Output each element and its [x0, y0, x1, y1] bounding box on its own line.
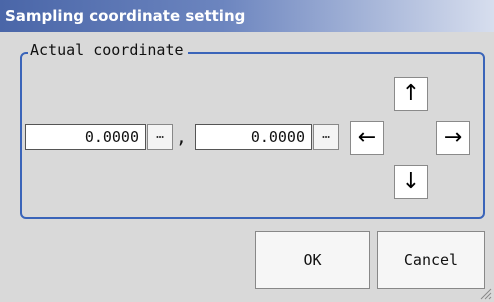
x-ellipsis-button[interactable]: … [147, 124, 173, 150]
coordinate-dialog: Sampling coordinate setting Actual coord… [0, 0, 494, 302]
arrow-down-icon: ↓ [401, 169, 421, 194]
group-label: Actual coordinate [28, 40, 188, 60]
x-coordinate-input[interactable]: 0.0000 [25, 124, 146, 150]
arrow-left-button[interactable]: ← [350, 121, 384, 155]
arrow-right-button[interactable]: → [436, 121, 470, 155]
cancel-button[interactable]: Cancel [377, 231, 485, 289]
arrow-up-icon: ↑ [401, 81, 421, 106]
coordinate-separator: , [176, 127, 187, 148]
arrow-down-button[interactable]: ↓ [394, 165, 428, 199]
y-coordinate-input[interactable]: 0.0000 [195, 124, 312, 150]
resize-grip-icon[interactable] [478, 286, 492, 300]
ok-button[interactable]: OK [255, 231, 370, 289]
arrow-up-button[interactable]: ↑ [394, 77, 428, 111]
y-ellipsis-button[interactable]: … [313, 124, 339, 150]
dialog-title: Sampling coordinate setting [0, 0, 494, 32]
arrow-left-icon: ← [357, 125, 377, 150]
arrow-right-icon: → [443, 125, 463, 150]
